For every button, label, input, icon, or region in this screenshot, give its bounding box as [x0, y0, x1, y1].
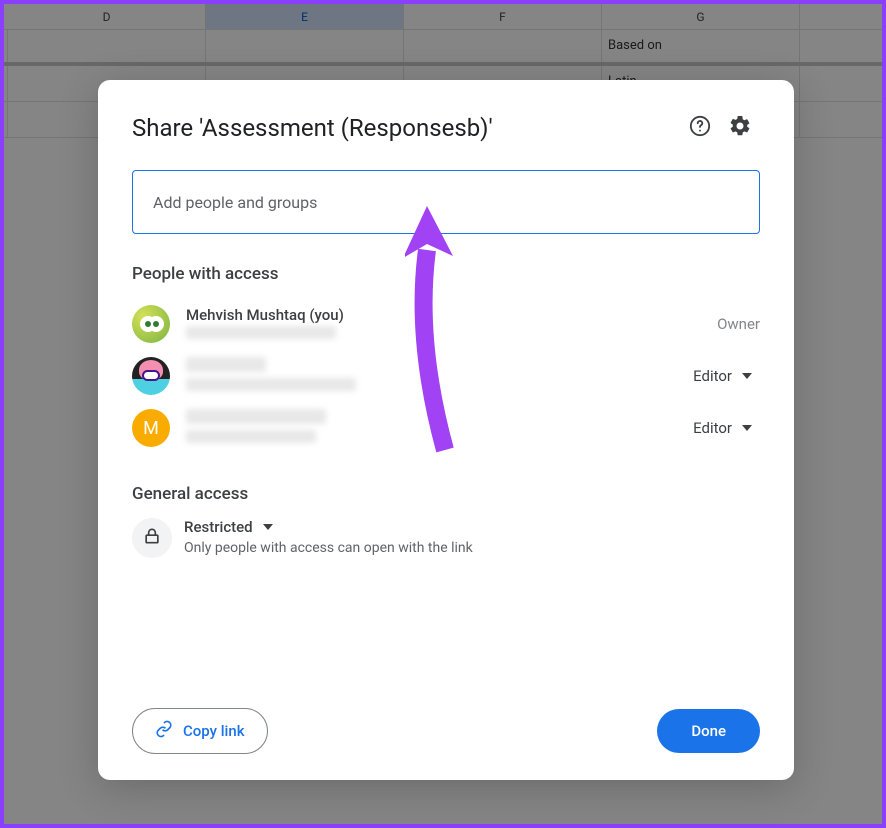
person-email [186, 378, 685, 395]
access-mode-dropdown[interactable]: Restricted [184, 518, 473, 536]
dialog-title: Share 'Assessment (Responsesb)' [132, 114, 680, 142]
avatar [132, 357, 170, 395]
access-mode-description: Only people with access can open with th… [184, 540, 473, 556]
help-button[interactable] [680, 108, 720, 148]
add-people-input[interactable] [153, 193, 739, 212]
person-row: Editor [132, 350, 760, 402]
avatar: M [132, 409, 170, 447]
chevron-down-icon [742, 373, 752, 379]
chevron-down-icon [742, 425, 752, 431]
person-row-owner: Mehvish Mushtaq (you) Owner [132, 298, 760, 350]
settings-button[interactable] [720, 108, 760, 148]
person-name [186, 409, 685, 428]
role-label-owner: Owner [717, 315, 760, 333]
done-button[interactable]: Done [657, 709, 760, 753]
copy-link-button[interactable]: Copy link [132, 708, 268, 754]
role-dropdown[interactable]: Editor [685, 413, 760, 443]
add-people-input-wrapper[interactable] [132, 170, 760, 234]
role-label: Editor [693, 367, 732, 385]
share-dialog: Share 'Assessment (Responsesb)' People w… [98, 80, 794, 780]
person-email [186, 326, 717, 343]
link-icon [155, 720, 173, 742]
person-email [186, 430, 685, 447]
people-with-access-heading: People with access [132, 264, 760, 284]
person-name: Mehvish Mushtaq (you) [186, 306, 717, 324]
role-dropdown[interactable]: Editor [685, 361, 760, 391]
chevron-down-icon [263, 524, 273, 530]
lock-icon [142, 526, 162, 550]
help-icon [689, 115, 711, 141]
person-name [186, 357, 685, 376]
lock-icon-wrapper [132, 518, 172, 558]
access-mode-label: Restricted [184, 518, 253, 536]
general-access-heading: General access [132, 484, 760, 504]
gear-icon [728, 114, 752, 142]
avatar [132, 305, 170, 343]
role-label: Editor [693, 419, 732, 437]
person-row: M Editor [132, 402, 760, 454]
copy-link-label: Copy link [183, 722, 245, 740]
